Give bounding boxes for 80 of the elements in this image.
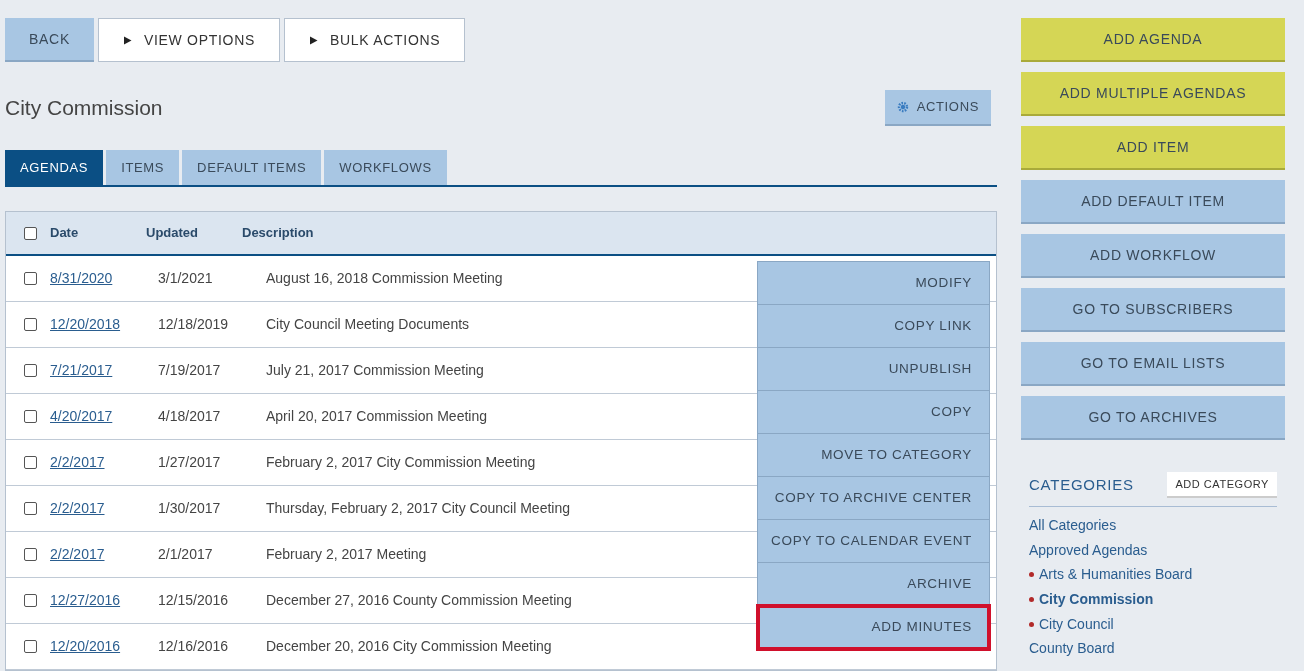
table-cell-text: 1/27/2017 <box>158 453 222 472</box>
date-link[interactable]: 12/27/2016 <box>50 590 158 611</box>
checkbox[interactable] <box>24 594 37 607</box>
table-cell-text: Thursday, February 2, 2017 City Council Meeting <box>266 499 570 518</box>
table-cell-text: April 20, 2017 Commission Meeting <box>266 407 487 426</box>
table-cell-text: 3/1/2021 <box>158 269 214 288</box>
checkbox[interactable] <box>24 364 37 377</box>
sidebar-button[interactable]: ADD ITEM <box>1021 126 1285 170</box>
menu-item[interactable]: MOVE TO CATEGORY <box>758 434 989 477</box>
date-link[interactable]: 12/20/2016 <box>50 636 158 657</box>
category-link[interactable]: Arts & Humanities Board <box>1029 562 1277 588</box>
sidebar-button[interactable]: ADD DEFAULT ITEM <box>1021 180 1285 224</box>
table-cell-text: 7/19/2017 <box>158 361 222 380</box>
table-cell-text: July 21, 2017 Commission Meeting <box>266 361 484 380</box>
table-cell-text: 1/30/2017 <box>158 499 222 518</box>
menu-item[interactable]: COPY TO CALENDAR EVENT <box>758 520 989 563</box>
sidebar-button[interactable]: GO TO ARCHIVES <box>1021 396 1285 440</box>
table-cell-text: 4/18/2017 <box>158 407 222 426</box>
bullet-icon <box>1029 596 1034 602</box>
actions-button[interactable]: ACTIONS <box>884 90 991 126</box>
menu-item[interactable]: ADD MINUTES <box>758 606 989 649</box>
date-link[interactable]: 2/2/2017 <box>50 544 158 565</box>
checkbox[interactable] <box>24 226 37 240</box>
checkbox[interactable] <box>24 548 37 561</box>
menu-item[interactable]: UNPUBLISH <box>758 348 989 391</box>
checkbox[interactable] <box>24 456 37 469</box>
page-title: City Commission <box>5 95 163 122</box>
sidebar-button[interactable]: ADD AGENDA <box>1021 18 1285 62</box>
date-link[interactable]: 7/21/2017 <box>50 360 158 381</box>
tab[interactable]: AGENDAS <box>5 150 104 185</box>
table-cell-text: December 27, 2016 County Commission Meeting <box>266 591 572 610</box>
sidebar-button[interactable]: GO TO EMAIL LISTS <box>1021 342 1285 386</box>
checkbox[interactable] <box>24 410 37 423</box>
date-link[interactable]: 2/2/2017 <box>50 452 158 473</box>
category-link[interactable]: City Commission <box>1029 587 1277 612</box>
checkbox[interactable] <box>24 502 37 515</box>
checkbox[interactable] <box>24 272 37 285</box>
sidebar-button[interactable]: ADD WORKFLOW <box>1021 234 1285 278</box>
table-cell-text: City Council Meeting Documents <box>266 315 470 334</box>
date-link[interactable]: 12/20/2018 <box>50 314 158 335</box>
category-link[interactable]: City Council <box>1029 611 1277 637</box>
menu-item[interactable]: MODIFY <box>758 262 989 305</box>
tab[interactable]: WORKFLOWS <box>324 150 447 185</box>
table-cell-text: August 16, 2018 Commission Meeting <box>266 269 503 288</box>
tab[interactable]: DEFAULT ITEMS <box>182 150 322 185</box>
table-cell-text: 2/1/2017 <box>158 545 214 564</box>
checkbox[interactable] <box>24 640 37 653</box>
bullet-icon <box>1029 572 1034 578</box>
sidebar-button[interactable]: GO TO SUBSCRIBERS <box>1021 288 1285 332</box>
sidebar-button[interactable]: ADD MULTIPLE AGENDAS <box>1021 72 1285 116</box>
column-header[interactable]: Updated <box>146 223 242 243</box>
table-cell-text: 12/16/2016 <box>158 637 230 656</box>
toolbar-button[interactable]: VIEW OPTIONS <box>97 18 280 62</box>
column-header[interactable]: Date <box>50 223 146 243</box>
checkbox[interactable] <box>24 318 37 331</box>
play-icon <box>122 35 132 45</box>
category-link[interactable]: Approved Agendas <box>1029 537 1277 563</box>
menu-item[interactable]: COPY <box>758 391 989 434</box>
column-header[interactable]: Description <box>242 223 314 243</box>
toolbar-button[interactable]: BACK <box>5 18 94 62</box>
bullet-icon <box>1029 621 1034 627</box>
table-cell-text: 12/15/2016 <box>158 591 230 610</box>
categories-heading: CATEGORIES <box>1029 474 1134 495</box>
date-link[interactable]: 4/20/2017 <box>50 406 158 427</box>
gear-icon <box>896 101 909 113</box>
menu-item[interactable]: COPY LINK <box>758 305 989 348</box>
table-cell-text: 12/18/2019 <box>158 315 230 334</box>
add-category-button[interactable]: ADD CATEGORY <box>1167 472 1277 498</box>
date-link[interactable]: 8/31/2020 <box>50 268 158 289</box>
menu-item[interactable]: ARCHIVE <box>758 563 989 606</box>
toolbar-button[interactable]: BULK ACTIONS <box>284 18 466 62</box>
table-cell-text: December 20, 2016 City Commission Meeting <box>266 637 552 656</box>
play-icon <box>309 35 318 45</box>
menu-item[interactable]: COPY TO ARCHIVE CENTER <box>758 477 989 520</box>
category-link[interactable]: County Board <box>1029 636 1277 662</box>
date-link[interactable]: 2/2/2017 <box>50 498 158 519</box>
tab[interactable]: ITEMS <box>106 150 180 185</box>
table-cell-text: February 2, 2017 Meeting <box>266 545 427 564</box>
category-link[interactable]: All Categories <box>1029 513 1277 538</box>
table-cell-text: February 2, 2017 City Commission Meeting <box>266 453 536 472</box>
